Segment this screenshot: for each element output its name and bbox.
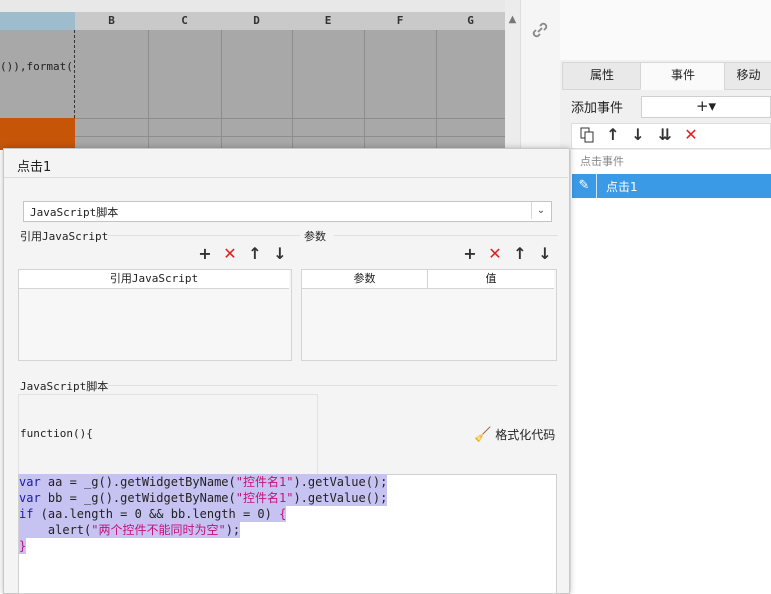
- event-list: [571, 150, 771, 592]
- code-string: "控件名1": [235, 475, 294, 489]
- event-item-selected[interactable]: [572, 174, 771, 198]
- format-code-button[interactable]: 🧹 格式化代码: [474, 426, 555, 443]
- grid-line: [292, 30, 293, 150]
- add-ref-plus-icon[interactable]: +: [196, 245, 214, 263]
- column-header-b[interactable]: B: [75, 12, 149, 30]
- event-item-label: 点击1: [606, 180, 638, 194]
- grid-line: [364, 30, 365, 150]
- column-header-a[interactable]: [0, 12, 76, 30]
- tab-move[interactable]: 移动: [724, 62, 771, 90]
- move-bottom-icon[interactable]: ⇊: [654, 123, 676, 147]
- link-icon[interactable]: [530, 20, 550, 44]
- event-group-label: 点击事件: [580, 155, 624, 168]
- code-line-2: var bb = _g().getWidgetByName("控件名1").ge…: [19, 490, 388, 506]
- dialog-title: 点击1: [17, 160, 52, 175]
- param-arrow-down-icon[interactable]: ↓: [536, 245, 554, 263]
- code-text: (aa.length = 0 && bb.length = 0): [33, 507, 280, 521]
- highlighted-cell[interactable]: [0, 118, 75, 150]
- selection-border: [74, 30, 75, 118]
- code-string: "控件名1": [235, 491, 294, 505]
- code-text: );: [225, 523, 241, 537]
- code-brace: }: [19, 539, 27, 553]
- ref-js-section-title: 引用JavaScript: [20, 230, 109, 243]
- grid-line: [0, 136, 520, 137]
- format-code-label: 格式化代码: [495, 428, 556, 442]
- code-line-1: var aa = _g().getWidgetByName("控件名1").ge…: [19, 474, 388, 490]
- column-header-c[interactable]: C: [148, 12, 222, 30]
- params-section-title: 参数: [304, 230, 326, 243]
- column-header-g[interactable]: G: [436, 12, 506, 30]
- column-header-f[interactable]: F: [364, 12, 437, 30]
- edit-pencil-icon[interactable]: ✎: [572, 174, 597, 198]
- ref-js-column-header[interactable]: 引用JavaScript: [19, 270, 289, 288]
- code-brace: {: [279, 507, 287, 521]
- code-keyword: var: [19, 475, 41, 489]
- code-text: ).getValue();: [293, 475, 388, 489]
- code-text: aa = _g().getWidgetByName(: [40, 475, 236, 489]
- divider: [108, 235, 300, 236]
- ref-arrow-down-icon[interactable]: ↓: [271, 245, 289, 263]
- code-line-5: }: [19, 538, 27, 554]
- grid-line: [221, 30, 222, 150]
- delete-param-icon[interactable]: ✕: [486, 245, 504, 263]
- param-column-header[interactable]: 参数: [302, 270, 428, 288]
- grid-line: [436, 30, 437, 150]
- cell-formula-text[interactable]: ()),format(: [0, 60, 73, 73]
- copy-icon[interactable]: [576, 123, 598, 147]
- chevron-down-icon[interactable]: ⌄: [531, 202, 550, 219]
- delete-ref-icon[interactable]: ✕: [221, 245, 239, 263]
- param-arrow-up-icon[interactable]: ↑: [511, 245, 529, 263]
- ref-arrow-up-icon[interactable]: ↑: [246, 245, 264, 263]
- scroll-up-icon[interactable]: ▲: [505, 12, 520, 28]
- arrow-down-icon[interactable]: ↓: [627, 123, 649, 147]
- function-signature: function(){: [20, 427, 93, 440]
- grid-line: [148, 30, 149, 150]
- code-text: bb = _g().getWidgetByName(: [40, 491, 236, 505]
- code-keyword: if: [19, 507, 34, 521]
- code-line-4: alert("两个控件不能同时为空");: [19, 522, 241, 538]
- divider: [334, 235, 558, 236]
- tab-properties[interactable]: 属性: [562, 62, 642, 90]
- add-event-label: 添加事件: [571, 101, 624, 116]
- delete-icon[interactable]: ✕: [680, 123, 702, 147]
- arrow-up-icon[interactable]: ↑: [602, 123, 624, 147]
- tab-events[interactable]: 事件: [640, 62, 726, 90]
- divider: [4, 177, 568, 178]
- js-script-section-title: JavaScript脚本: [20, 380, 109, 393]
- add-event-button[interactable]: +▾: [641, 96, 771, 118]
- value-column-header[interactable]: 值: [428, 270, 554, 288]
- divider: [108, 385, 558, 386]
- code-line-3: if (aa.length = 0 && bb.length = 0) {: [19, 506, 287, 522]
- code-string: "两个控件不能同时为空": [91, 523, 226, 537]
- grid-line: [0, 118, 520, 119]
- code-text: ).getValue();: [293, 491, 388, 505]
- code-keyword: var: [19, 491, 41, 505]
- sheet-top-bar: [0, 0, 520, 12]
- column-header-e[interactable]: E: [292, 12, 365, 30]
- script-type-value: JavaScript脚本: [30, 206, 119, 219]
- panel-header: [560, 0, 771, 60]
- column-header-d[interactable]: D: [221, 12, 293, 30]
- broom-icon: 🧹: [474, 427, 492, 443]
- code-text: alert(: [19, 523, 92, 537]
- add-param-plus-icon[interactable]: +: [461, 245, 479, 263]
